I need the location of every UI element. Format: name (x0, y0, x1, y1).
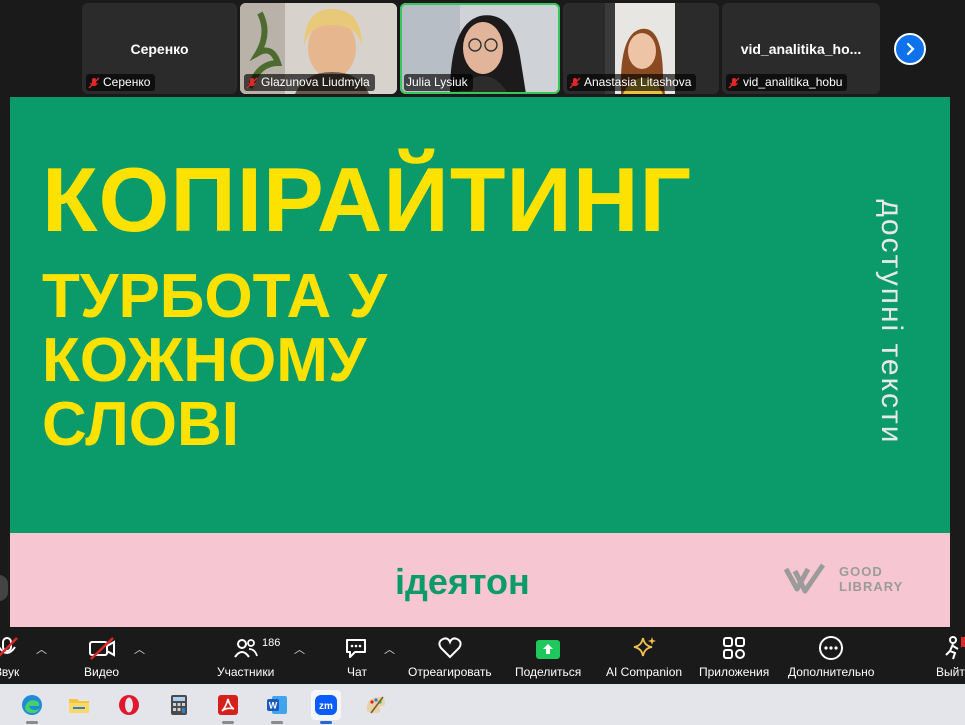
participant-name: Glazunova Liudmyla (261, 75, 370, 89)
react-button[interactable]: Отреагировать (408, 635, 492, 679)
audio-options-caret[interactable]: ︿ (36, 641, 47, 657)
participants-count: 186 (262, 637, 281, 649)
participant-tile-litashova[interactable]: Anastasia Litashova (563, 3, 719, 94)
video-button[interactable]: Видео (84, 635, 119, 679)
zoom-icon[interactable]: zm (311, 690, 341, 724)
participant-name: Julia Lysiuk (406, 75, 468, 89)
good-library-logo: GOOD LIBRARY (783, 561, 903, 597)
file-explorer-icon[interactable] (64, 690, 94, 720)
more-button[interactable]: Дополнительно (788, 635, 874, 679)
participant-tile-glazunova[interactable]: Glazunova Liudmyla (240, 3, 397, 94)
logo-text-line: LIBRARY (839, 579, 904, 594)
slide-subtitle-line: СЛОВІ (42, 390, 239, 459)
chat-options-caret[interactable]: ︿ (384, 641, 395, 657)
react-label: Отреагировать (408, 665, 492, 679)
word-icon[interactable]: W (262, 690, 292, 724)
leave-icon (945, 636, 965, 660)
microphone-muted-icon (0, 637, 18, 657)
windows-taskbar: W zm (0, 684, 965, 725)
participant-label: Julia Lysiuk (404, 74, 473, 91)
share-button[interactable]: Поделиться (515, 635, 581, 679)
audio-button[interactable]: Звук (0, 635, 20, 679)
video-label: Видео (84, 665, 120, 679)
participant-name-center: Серенко (130, 41, 189, 57)
edge-icon[interactable] (17, 690, 47, 724)
apps-icon (723, 637, 746, 659)
svg-text:W: W (269, 701, 278, 711)
svg-text:zm: zm (319, 701, 333, 712)
more-label: Дополнительно (788, 665, 875, 679)
heart-icon (438, 637, 462, 659)
calculator-icon[interactable] (164, 690, 194, 720)
slide-subtitle-line: КОЖНОМУ (42, 326, 367, 395)
chevron-right-icon (906, 42, 915, 56)
meeting-toolbar: Звук ︿ Видео ︿ Участники 186 ︿ Чат ︿ Отр… (0, 627, 965, 684)
slide-side-text: доступні тексти (875, 199, 908, 445)
good-library-logo-icon (783, 563, 826, 594)
paint-icon[interactable] (360, 690, 390, 720)
chat-icon (346, 639, 366, 658)
more-icon (819, 636, 844, 660)
video-options-caret[interactable]: ︿ (134, 641, 145, 657)
mic-muted-icon (88, 77, 100, 88)
participant-tile-lysiuk[interactable]: Julia Lysiuk (400, 3, 560, 94)
participant-tile-serenko[interactable]: Серенко Серенко (82, 3, 237, 94)
slide-footer-band: ідеятон GOOD LIBRARY (10, 533, 950, 627)
participant-tile-vid-analitika[interactable]: vid_analitika_ho... vid_analitika_hobu (722, 3, 880, 94)
participant-label: vid_analitika_hobu (726, 74, 848, 91)
participant-label: Glazunova Liudmyla (244, 74, 375, 91)
mic-muted-icon (246, 77, 258, 88)
slide-title: КОПІРАЙТИНГ (42, 150, 693, 251)
apps-label: Приложения (699, 665, 770, 679)
chat-button[interactable]: Чат (344, 635, 370, 679)
video-off-icon (88, 637, 115, 660)
mic-muted-icon (728, 77, 740, 88)
participant-label: Anastasia Litashova (567, 74, 697, 91)
participant-name: Серенко (103, 75, 151, 89)
audio-label: Звук (0, 665, 20, 679)
participant-label: Серенко (86, 74, 156, 91)
share-label: Поделиться (515, 665, 582, 679)
sparkle-icon (633, 637, 657, 657)
ai-companion-label: AI Companion (606, 665, 683, 679)
participants-options-caret[interactable]: ︿ (294, 641, 305, 657)
participants-icon (233, 639, 258, 658)
slide-subtitle-line: ТУРБОТА У (42, 262, 388, 331)
slide-footer-text: ідеятон (395, 561, 530, 602)
leave-button[interactable]: Выйти (936, 635, 965, 679)
slide-subtitle: ТУРБОТА У КОЖНОМУ СЛОВІ (42, 265, 387, 457)
leave-label: Выйти (936, 665, 965, 679)
participant-name: vid_analitika_hobu (743, 75, 843, 89)
participant-name-center: vid_analitika_ho... (740, 41, 862, 57)
apps-button[interactable]: Приложения (699, 635, 769, 679)
share-screen-icon (536, 640, 561, 659)
ai-companion-button[interactable]: AI Companion (606, 635, 682, 679)
participants-label: Участники (217, 665, 275, 679)
opera-icon[interactable] (114, 690, 144, 720)
chat-label: Чат (347, 665, 367, 679)
participant-name: Anastasia Litashova (584, 75, 692, 89)
acrobat-icon[interactable] (213, 690, 243, 724)
next-page-button[interactable] (894, 33, 926, 65)
mic-muted-icon (569, 77, 581, 88)
participant-gallery: Серенко Серенко Glazunova Liudmyla Julia… (0, 0, 965, 97)
logo-text-line: GOOD (839, 564, 883, 579)
side-handle[interactable] (0, 575, 8, 601)
